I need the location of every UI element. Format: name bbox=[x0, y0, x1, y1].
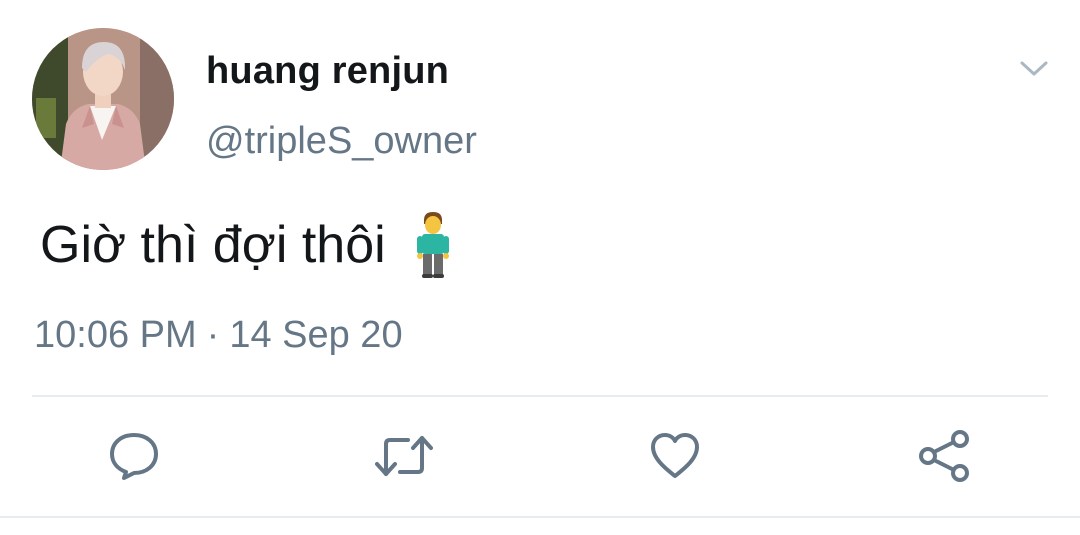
tweet-date: 14 Sep 20 bbox=[229, 314, 403, 356]
retweet-icon bbox=[374, 434, 434, 483]
man-standing-emoji bbox=[416, 212, 450, 278]
reply-button[interactable] bbox=[106, 430, 162, 486]
display-name[interactable]: huang renjun bbox=[206, 50, 449, 93]
tweet-time: 10:06 PM bbox=[34, 314, 197, 356]
share-icon bbox=[916, 429, 972, 487]
avatar[interactable] bbox=[32, 28, 174, 170]
tweet-body: Giờ thì đợi thôi bbox=[40, 216, 386, 274]
user-handle[interactable]: @tripleS_owner bbox=[206, 120, 477, 163]
tweet-timestamp[interactable]: 10:06 PM · 14 Sep 20 bbox=[34, 314, 403, 357]
tweet-text: Giờ thì đợi thôi bbox=[40, 212, 450, 278]
like-button[interactable] bbox=[647, 430, 703, 486]
bottom-divider bbox=[0, 516, 1080, 518]
share-button[interactable] bbox=[916, 429, 972, 487]
timestamp-separator: · bbox=[206, 314, 220, 356]
reply-icon bbox=[107, 431, 161, 486]
avatar-photo bbox=[32, 28, 174, 170]
divider bbox=[32, 395, 1048, 397]
chevron-down-icon[interactable] bbox=[1014, 52, 1054, 86]
retweet-button[interactable] bbox=[374, 430, 434, 486]
heart-icon bbox=[649, 432, 701, 485]
